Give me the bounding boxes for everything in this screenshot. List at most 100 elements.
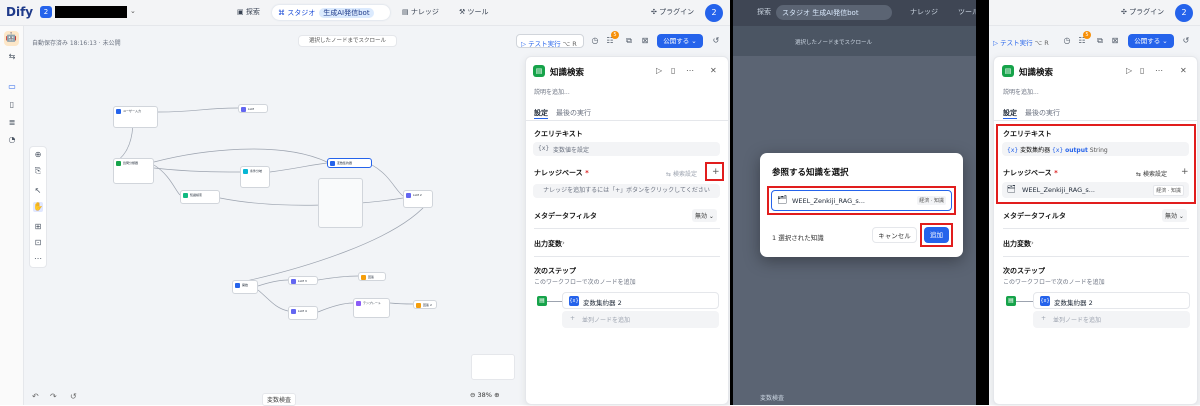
close-icon[interactable]: ✕ — [1180, 66, 1187, 75]
nav-plugins-3[interactable]: ✣ プラグイン — [1121, 7, 1164, 17]
divider — [1003, 228, 1189, 229]
highlight-add-button — [705, 162, 724, 181]
zoom-out-icon[interactable]: ⊖ — [470, 391, 475, 399]
node-user-input[interactable]: ユーザー入力 — [113, 106, 158, 128]
test-run-button-3[interactable]: ▷ テスト実行 ⌥ R — [991, 34, 1059, 48]
knowledge-node-icon: ▤ — [1002, 65, 1014, 77]
close-icon[interactable]: ✕ — [710, 66, 717, 75]
node-answer-2[interactable]: 回答 2 — [413, 300, 437, 309]
plus-icon: + — [570, 315, 576, 322]
panel-title: 知識検索 — [550, 68, 585, 78]
variable-inspect-button[interactable]: 変数検査 — [262, 393, 297, 406]
divider — [534, 228, 720, 229]
next-step-hint: このワークフローで次のノードを追加 — [534, 279, 636, 286]
chevron-right-icon[interactable]: › — [562, 239, 565, 247]
aggregator-icon: {x} — [1040, 296, 1050, 306]
zoom-in-icon[interactable]: ⊕ — [494, 391, 499, 399]
highlight-config-area — [996, 124, 1196, 204]
knowledge-empty-hint: ナレッジを追加するには「+」ボタンをクリックしてください — [533, 184, 720, 198]
nav-knowledge-dimmed: ナレッジ — [910, 8, 938, 16]
node-icon — [235, 283, 240, 288]
help-doc-icon[interactable]: ▯ — [1140, 66, 1144, 75]
help-doc-icon[interactable]: ▯ — [671, 66, 675, 75]
undo-icon[interactable]: ↶ — [32, 392, 39, 401]
node-icon — [243, 169, 248, 174]
node-icon — [116, 161, 121, 166]
node-llm[interactable]: LLM — [238, 104, 268, 113]
highlight-add-confirm — [920, 223, 953, 247]
next-node-item-3[interactable]: {x} 変数集約器 2 — [1033, 292, 1190, 309]
run-node-icon[interactable]: ▷ — [1126, 66, 1132, 75]
chevron-right-icon[interactable]: › — [1031, 239, 1034, 247]
node-knowledge-retrieval[interactable]: 知識検索 — [180, 190, 220, 204]
tab-settings-3[interactable]: 設定 — [1003, 108, 1017, 119]
node-icon — [416, 303, 421, 308]
description-input[interactable]: 説明を追加... — [534, 87, 570, 96]
section-gap — [976, 0, 989, 405]
more-options-icon[interactable]: ⋯ — [686, 66, 694, 75]
metadata-filter-label-3: メタデータフィルタ — [1003, 212, 1066, 220]
node-icon — [183, 193, 188, 198]
variables-icon[interactable]: ⊠ — [1110, 36, 1120, 46]
output-vars-label-3[interactable]: 出力変数 — [1003, 239, 1031, 249]
add-parallel-node-button[interactable]: + 並列ノードを追加 — [562, 311, 719, 328]
node-aggregator[interactable]: 変数集約器 — [327, 158, 372, 168]
node-variable-list[interactable] — [318, 178, 363, 228]
minimap[interactable] — [471, 354, 515, 380]
zoom-control[interactable]: ⊖ 38% ⊕ — [470, 391, 518, 403]
node-llm-4[interactable]: LLM 4 — [288, 306, 318, 320]
history-icon[interactable]: ↺ — [1181, 36, 1191, 46]
node-question-classifier[interactable]: 質問分類器 — [113, 158, 154, 184]
output-vars-label[interactable]: 出力変数 — [534, 239, 562, 249]
node-icon — [356, 301, 361, 306]
add-parallel-node-button-3[interactable]: + 並列ノードを追加 — [1033, 311, 1190, 328]
puzzle-icon: ✣ — [1121, 8, 1127, 16]
user-avatar-3[interactable]: 2 — [1175, 4, 1193, 22]
tab-settings[interactable]: 設定 — [534, 108, 548, 119]
metadata-filter-select-3[interactable]: 無効 ⌄ — [1162, 209, 1187, 222]
node-config-panel-3 — [993, 56, 1198, 405]
current-node-icon: ▤ — [537, 296, 547, 306]
tab-last-run-3[interactable]: 最後の実行 — [1025, 108, 1060, 118]
node-icon — [241, 107, 246, 112]
top-navbar-3 — [989, 0, 1200, 26]
publish-button-3[interactable]: 公開する ⌄ — [1128, 34, 1174, 48]
node-llm-2[interactable]: LLM 2 — [403, 190, 433, 208]
query-input[interactable]: {x} 変数値を設定 — [533, 142, 720, 156]
query-label: クエリテキスト — [534, 130, 583, 138]
node-llm-3[interactable]: LLM 3 — [288, 276, 318, 285]
history-bottom-icon[interactable]: ↺ — [70, 392, 77, 401]
var-inspect-dimmed: 変数検査 — [760, 395, 785, 402]
divider — [534, 256, 720, 257]
node-if-else[interactable]: 条件分岐 — [240, 166, 270, 188]
scroll-hint-dimmed: 選択したノードまでスクロール — [795, 40, 873, 46]
features-icon[interactable]: ◷ — [1062, 36, 1072, 46]
description-input-3[interactable]: 説明を追加... — [1003, 87, 1039, 96]
node-answer[interactable]: 回答 — [358, 272, 386, 281]
more-options-icon[interactable]: ⋯ — [1155, 66, 1163, 75]
redo-icon[interactable]: ↷ — [50, 392, 57, 401]
retrieval-setting-button[interactable]: ⇆ 検索設定 — [666, 169, 697, 178]
next-step-hint-3: このワークフローで次のノードを追加 — [1003, 279, 1105, 286]
divider — [1003, 256, 1189, 257]
nav-studio-dimmed: スタジオ 生成AI発信bot — [776, 5, 892, 20]
panel-title-3: 知識検索 — [1019, 68, 1054, 78]
knowledge-node-icon: ▤ — [533, 65, 545, 77]
node-icon — [291, 279, 296, 284]
node-start[interactable]: 開始 — [232, 280, 258, 294]
cancel-button[interactable]: キャンセル — [872, 227, 917, 243]
env-icon[interactable]: ⧉ — [1095, 36, 1105, 46]
aggregator-icon: {x} — [569, 296, 579, 306]
next-node-item[interactable]: {x} 変数集約器 2 — [562, 292, 719, 309]
metadata-filter-select[interactable]: 無効 ⌄ — [692, 209, 717, 222]
next-step-label: 次のステップ — [534, 267, 576, 275]
next-step-label-3: 次のステップ — [1003, 267, 1045, 275]
connector-line — [1016, 301, 1033, 302]
node-icon — [406, 193, 411, 198]
variable-icon: {x} — [538, 145, 550, 152]
tab-last-run[interactable]: 最後の実行 — [556, 108, 591, 118]
highlight-knowledge-item — [767, 186, 956, 215]
current-node-icon: ▤ — [1006, 296, 1016, 306]
run-node-icon[interactable]: ▷ — [656, 66, 662, 75]
node-template[interactable]: テンプレート — [353, 298, 390, 318]
